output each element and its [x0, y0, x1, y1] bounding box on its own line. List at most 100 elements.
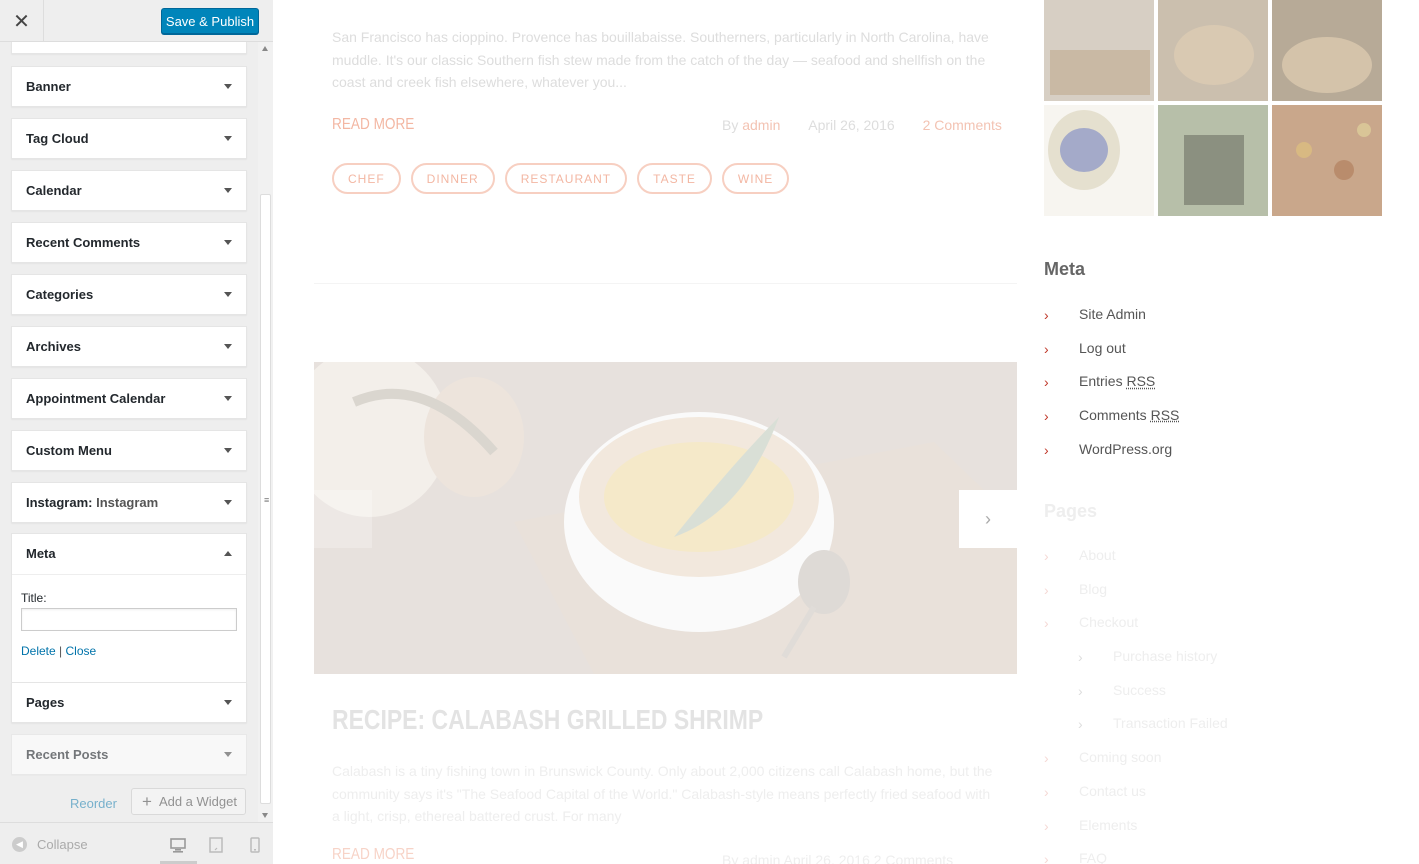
- collapse-arrow-icon[interactable]: [224, 551, 232, 556]
- add-widget-label: Add a Widget: [158, 794, 237, 809]
- instagram-gallery[interactable]: [1044, 0, 1384, 216]
- page-link-faq[interactable]: › FAQ: [1044, 844, 1228, 864]
- tag-dinner[interactable]: DINNER: [410, 163, 495, 194]
- grip-icon: ≡: [264, 495, 270, 505]
- page-link-success[interactable]: › Success: [1044, 676, 1228, 710]
- sidebar-scrollbar[interactable]: ≡: [258, 42, 273, 822]
- page-link-blog[interactable]: › Blog: [1044, 575, 1228, 609]
- title-input[interactable]: [21, 608, 237, 631]
- mobile-icon[interactable]: [246, 836, 264, 854]
- widgets-panel[interactable]: Banner Tag Cloud Calendar Recent Comment…: [0, 42, 258, 822]
- post-title[interactable]: RECIPE: CALABASH GRILLED SHRIMP: [332, 704, 763, 736]
- tag-taste[interactable]: TASTE: [637, 163, 712, 194]
- widget-title: Appointment Calendar: [26, 391, 166, 406]
- read-more-link[interactable]: READ MORE: [332, 116, 414, 134]
- widget-recent-comments[interactable]: Recent Comments: [11, 222, 247, 263]
- slider-prev-button[interactable]: [314, 490, 372, 548]
- chevron-right-icon: ›: [1044, 851, 1049, 864]
- expand-arrow-icon[interactable]: [224, 344, 232, 349]
- widget-pages[interactable]: Pages: [11, 682, 247, 723]
- scroll-up-icon[interactable]: [262, 46, 268, 51]
- widget-actions: Delete | Close: [21, 644, 96, 658]
- read-more-link-2[interactable]: READ MORE: [332, 846, 414, 864]
- chevron-right-icon: ›: [1044, 750, 1049, 767]
- expand-arrow-icon[interactable]: [224, 84, 232, 89]
- page-link-transaction-failed[interactable]: › Transaction Failed: [1044, 709, 1228, 743]
- collapse-arrow-icon: ◀: [12, 837, 27, 852]
- post-excerpt-2: Calabash is a tiny fishing town in Bruns…: [332, 763, 993, 824]
- chevron-right-icon: ›: [985, 508, 991, 529]
- meta-widget-title: Meta: [1044, 259, 1086, 279]
- widget-recent-posts[interactable]: Recent Posts: [11, 734, 247, 775]
- meta-widget-header[interactable]: Meta: [12, 534, 246, 575]
- expand-arrow-icon[interactable]: [224, 752, 232, 757]
- scroll-down-icon[interactable]: [262, 813, 268, 818]
- expand-arrow-icon[interactable]: [224, 448, 232, 453]
- widget-appointment-calendar[interactable]: Appointment Calendar: [11, 378, 247, 419]
- chevron-right-icon: ›: [1078, 716, 1083, 733]
- page-link-checkout[interactable]: › Checkout: [1044, 608, 1228, 642]
- widget-title: Instagram: Instagram: [26, 483, 158, 523]
- desktop-icon[interactable]: [169, 836, 187, 854]
- page-link-elements[interactable]: › Elements: [1044, 811, 1228, 845]
- expand-arrow-icon[interactable]: [224, 136, 232, 141]
- tag-restaurant[interactable]: RESTAURANT: [504, 163, 628, 194]
- pages-links-list: › About › Blog › Checkout › Purchase history…: [1044, 541, 1228, 864]
- collapse-label: Collapse: [37, 837, 88, 852]
- widget-banner[interactable]: Banner: [11, 66, 247, 107]
- widget-partial-top[interactable]: [11, 42, 247, 54]
- delete-link[interactable]: Delete: [21, 644, 56, 658]
- pages-widget-title: Pages: [1044, 501, 1098, 521]
- widget-title: Banner: [26, 79, 71, 94]
- post-tags: CHEF DINNER RESTAURANT TASTE WINE: [332, 163, 790, 194]
- widget-title: Archives: [26, 339, 81, 354]
- author-link[interactable]: admin: [742, 117, 780, 133]
- widget-categories[interactable]: Categories: [11, 274, 247, 315]
- close-link[interactable]: Close: [66, 644, 97, 658]
- expand-arrow-icon[interactable]: [224, 700, 232, 705]
- widget-tag-cloud[interactable]: Tag Cloud: [11, 118, 247, 159]
- reorder-link[interactable]: Reorder: [70, 796, 117, 811]
- expand-arrow-icon[interactable]: [224, 188, 232, 193]
- chevron-right-icon: ›: [1044, 408, 1049, 425]
- chevron-right-icon: ›: [1078, 649, 1083, 666]
- page-link-about[interactable]: › About: [1044, 541, 1228, 575]
- page-link-coming-soon[interactable]: › Coming soon: [1044, 743, 1228, 777]
- slider-next-button[interactable]: ›: [959, 490, 1017, 548]
- widget-title: Calendar: [26, 183, 82, 198]
- save-publish-button[interactable]: Save & Publish: [161, 8, 259, 34]
- tablet-icon[interactable]: [207, 836, 225, 854]
- widget-custom-menu[interactable]: Custom Menu: [11, 430, 247, 471]
- close-customizer-button[interactable]: ✕: [0, 0, 44, 42]
- expand-arrow-icon[interactable]: [224, 396, 232, 401]
- widget-instagram[interactable]: Instagram: Instagram: [11, 482, 247, 523]
- meta-link-wordpress-org[interactable]: › WordPress.org: [1044, 435, 1179, 469]
- expand-arrow-icon[interactable]: [224, 292, 232, 297]
- widget-footer-actions: Reorder + Add a Widget: [0, 788, 258, 818]
- widget-calendar[interactable]: Calendar: [11, 170, 247, 211]
- post-divider: [314, 283, 1017, 284]
- widget-title: Recent Posts: [26, 747, 109, 762]
- meta-link-site-admin[interactable]: › Site Admin: [1044, 300, 1179, 334]
- meta-link-comments-rss[interactable]: › Comments RSS: [1044, 401, 1179, 435]
- comments-link[interactable]: 2 Comments: [923, 117, 1002, 133]
- meta-link-entries-rss[interactable]: › Entries RSS: [1044, 367, 1179, 401]
- site-preview[interactable]: San Francisco has cioppino. Provence has…: [274, 0, 1419, 864]
- expand-arrow-icon[interactable]: [224, 240, 232, 245]
- separator: |: [59, 644, 63, 658]
- page-link-contact-us[interactable]: › Contact us: [1044, 777, 1228, 811]
- chevron-right-icon: ›: [1044, 783, 1049, 800]
- add-widget-button[interactable]: + Add a Widget: [131, 788, 246, 815]
- tag-wine[interactable]: WINE: [721, 163, 790, 194]
- post-featured-image[interactable]: [314, 362, 1017, 674]
- by-label: By: [722, 117, 739, 133]
- widget-title: Meta: [26, 546, 56, 561]
- page-link-purchase-history[interactable]: › Purchase history: [1044, 642, 1228, 676]
- expand-arrow-icon[interactable]: [224, 500, 232, 505]
- tag-chef[interactable]: CHEF: [332, 163, 401, 194]
- scrollbar-thumb[interactable]: ≡: [260, 194, 271, 804]
- chevron-right-icon: ›: [1078, 682, 1083, 699]
- widget-archives[interactable]: Archives: [11, 326, 247, 367]
- collapse-button[interactable]: ◀ Collapse: [12, 837, 88, 852]
- meta-link-log-out[interactable]: › Log out: [1044, 334, 1179, 368]
